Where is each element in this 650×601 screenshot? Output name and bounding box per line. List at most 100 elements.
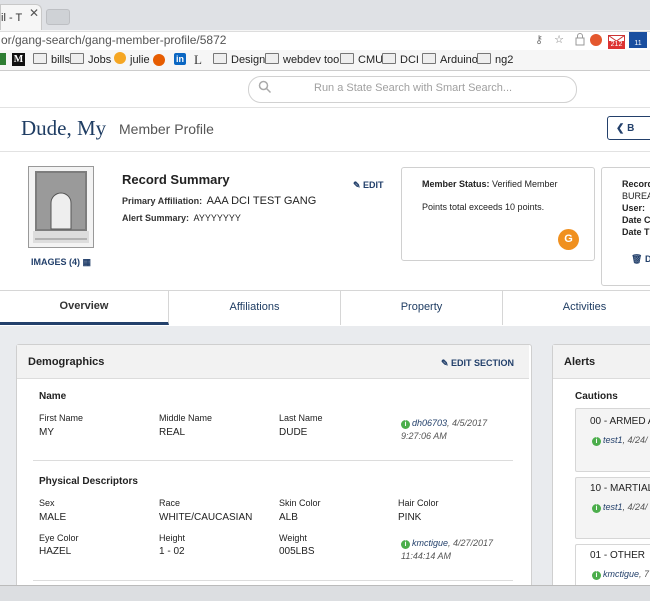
search-placeholder: Run a State Search with Smart Search... — [314, 82, 513, 94]
name-audit-time: 9:27:06 AM — [401, 431, 447, 441]
physical-descriptors-heading: Physical Descriptors — [39, 476, 138, 487]
eye-color-value: HAZEL — [39, 546, 72, 557]
browser-tab-title: il - T — [1, 12, 23, 24]
tab-activities[interactable]: Activities — [503, 290, 650, 325]
demographics-title: Demographics — [28, 356, 105, 368]
new-tab-button[interactable] — [46, 9, 70, 25]
page-subtitle: Member Profile — [119, 121, 214, 137]
images-link[interactable]: IMAGES (4) ▦ — [31, 256, 91, 268]
sex-label: Sex — [39, 498, 55, 508]
bookmark-star-icon[interactable]: ☆ — [551, 32, 567, 48]
alert-audit: i test1, 4/24/ — [592, 501, 648, 513]
back-button[interactable]: ❮ B — [607, 116, 650, 140]
bookmark-app-icon[interactable] — [0, 53, 6, 65]
folder-icon — [382, 53, 396, 64]
weight-label: Weight — [279, 533, 307, 543]
tab-affiliations[interactable]: Affiliations — [169, 290, 341, 325]
trash-icon: 🗑 — [631, 254, 645, 264]
record-line: Record — [622, 179, 650, 189]
section-divider — [33, 580, 513, 581]
browser-tab-strip — [0, 0, 650, 30]
folder-icon — [33, 53, 47, 64]
record-line: User: — [622, 203, 646, 213]
middle-name-value: REAL — [159, 427, 186, 438]
alert-title: 01 - OTHER — [590, 550, 646, 561]
weight-value: 005LBS — [279, 546, 315, 557]
physical-audit-user[interactable]: kmctigue — [412, 538, 448, 548]
race-label: Race — [159, 498, 181, 508]
demographics-panel — [16, 344, 532, 596]
section-divider — [33, 460, 513, 461]
info-icon: i — [401, 540, 410, 549]
window-bottom-edge — [0, 585, 650, 601]
bookmark-jobs[interactable]: Jobs — [70, 52, 111, 68]
info-icon: i — [592, 504, 601, 513]
bookmark-julie[interactable]: julie — [114, 52, 150, 68]
record-line: Date T — [622, 227, 650, 237]
first-name-value: MY — [39, 427, 54, 438]
last-name-value: DUDE — [279, 427, 308, 438]
alerts-title: Alerts — [564, 356, 596, 368]
alert-title: 00 - ARMED A — [590, 416, 650, 427]
extension-icon[interactable] — [590, 34, 602, 46]
height-label: Height — [159, 533, 186, 543]
name-audit-user[interactable]: dh06703 — [412, 418, 447, 428]
info-icon: i — [592, 437, 601, 446]
name-heading: Name — [39, 391, 67, 402]
hair-color-value: PINK — [398, 512, 422, 523]
folder-icon — [477, 53, 491, 64]
physical-audit: i kmctigue, 4/27/2017 — [401, 537, 493, 549]
member-status: Member Status: Verified Member — [422, 179, 558, 189]
folder-icon — [265, 53, 279, 64]
alert-audit: i test1, 4/24/ — [592, 434, 648, 446]
extension-bookmark-icon[interactable] — [153, 54, 165, 66]
race-value: WHITE/CAUCASIAN — [159, 512, 253, 523]
cautions-heading: Cautions — [575, 391, 618, 402]
mail-badge: 212 — [608, 41, 625, 49]
bookmark-l-icon[interactable]: L — [194, 52, 204, 68]
mail-icon[interactable]: 212 — [608, 32, 625, 49]
bookmark-ng2[interactable]: ng2 — [477, 52, 513, 68]
edit-section-button[interactable]: ✎ EDIT SECTION — [441, 357, 514, 369]
edit-summary-button[interactable]: ✎ EDIT — [353, 179, 384, 191]
medium-icon[interactable]: M — [12, 53, 25, 66]
tab-overview[interactable]: Overview — [0, 290, 169, 325]
search-icon — [258, 80, 274, 96]
back-arrow-icon: ❮ — [616, 123, 628, 134]
primary-affiliation-row: Primary Affiliation: AAA DCI TEST GANG — [122, 195, 317, 207]
tab-property[interactable]: Property — [341, 290, 503, 325]
pencil-icon: ✎ — [441, 358, 452, 368]
bookmark-design[interactable]: Design — [213, 52, 265, 68]
height-value: 1 - 02 — [159, 546, 185, 557]
eye-color-label: Eye Color — [39, 533, 79, 543]
lock-icon[interactable] — [572, 32, 588, 48]
delete-record-button[interactable]: 🗑 DE — [631, 253, 650, 265]
record-summary-title: Record Summary — [122, 172, 230, 187]
skin-color-label: Skin Color — [279, 498, 321, 508]
bookmark-arduino[interactable]: Arduino — [422, 52, 478, 68]
calendar-icon[interactable]: 11 — [629, 32, 647, 48]
bookmark-webdev-tools[interactable]: webdev tools — [265, 52, 347, 68]
bookmark-cmu[interactable]: CMU — [340, 52, 383, 68]
key-icon[interactable]: ⚷ — [531, 32, 547, 48]
name-audit: i dh06703, 4/5/2017 — [401, 417, 487, 429]
page-title: Dude, My — [21, 116, 107, 140]
member-photo[interactable] — [28, 166, 94, 248]
bookmark-dci[interactable]: DCI — [382, 52, 419, 68]
middle-name-label: Middle Name — [159, 413, 213, 423]
close-icon[interactable]: ✕ — [29, 7, 39, 19]
info-icon: i — [592, 571, 601, 580]
sex-value: MALE — [39, 512, 67, 523]
grid-icon: ▦ — [82, 257, 92, 267]
first-name-label: First Name — [39, 413, 84, 423]
record-line: BUREA — [622, 191, 650, 201]
folder-icon — [340, 53, 354, 64]
points-text: Points total exceeds 10 points. — [422, 202, 545, 212]
alert-summary-row: Alert Summary: AYYYYYYY — [122, 213, 241, 223]
calendar-badge: 11 — [629, 39, 647, 48]
pencil-icon: ✎ — [353, 180, 364, 190]
folder-icon — [422, 53, 436, 64]
linkedin-icon[interactable]: in — [174, 53, 186, 65]
julie-icon — [114, 52, 126, 64]
bookmark-bills[interactable]: bills — [33, 52, 70, 68]
